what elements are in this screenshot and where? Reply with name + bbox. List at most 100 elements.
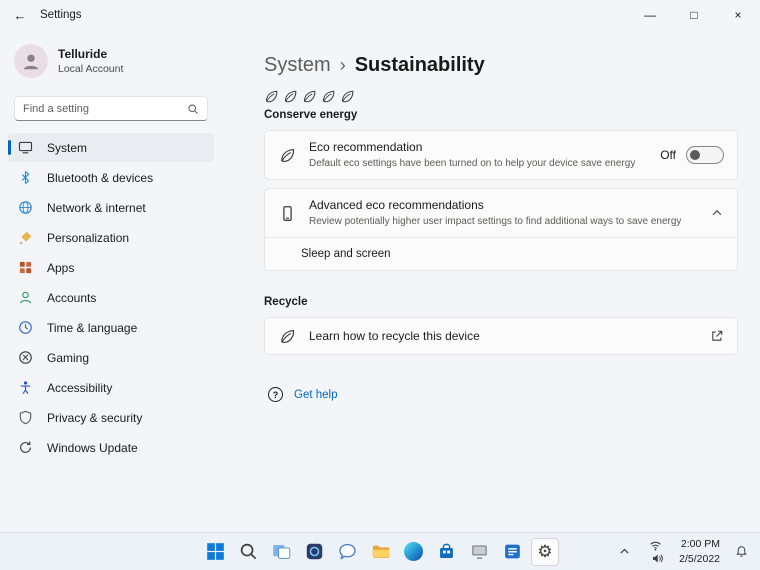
sidebar-item-label: Privacy & security	[47, 410, 143, 425]
volume-icon	[653, 553, 663, 563]
advanced-eco-header-row[interactable]: Advanced eco recommendations Review pote…	[265, 189, 737, 237]
wifi-icon	[649, 541, 661, 551]
photos-icon	[306, 543, 322, 560]
update-refresh-icon	[17, 439, 34, 456]
conserve-energy-heading: Conserve energy	[264, 109, 358, 121]
minimize-button[interactable]: —	[628, 0, 672, 30]
store-app-button[interactable]	[432, 538, 460, 566]
maximize-button[interactable]: □	[672, 0, 716, 30]
eco-recommendation-title: Eco recommendation	[309, 139, 423, 154]
start-button[interactable]	[201, 538, 229, 566]
eco-recommendation-card: Eco recommendation Default eco settings …	[264, 130, 738, 180]
clock[interactable]: 2:00 PM 2/5/2022	[675, 535, 724, 567]
sidebar-item-label: Time & language	[47, 320, 138, 335]
back-icon: ←	[13, 7, 27, 23]
sidebar-item-windows-update[interactable]: Windows Update	[8, 433, 214, 462]
tray-date: 2/5/2022	[679, 552, 720, 565]
sidebar-item-gaming[interactable]: Gaming	[8, 343, 214, 372]
globe-icon	[17, 199, 34, 216]
get-help-link[interactable]: Get help	[294, 389, 337, 401]
gear-icon: ⚙	[537, 542, 553, 561]
network-volume-button[interactable]	[642, 535, 668, 569]
breadcrumb-separator: ›	[339, 55, 346, 75]
file-explorer-button[interactable]	[366, 538, 394, 566]
tray-chevron-button[interactable]	[614, 541, 635, 562]
mail-lines-icon	[504, 544, 520, 559]
sidebar-item-network-internet[interactable]: Network & internet	[8, 193, 214, 222]
sidebar-item-label: Network & internet	[47, 200, 146, 215]
clock-icon	[17, 319, 34, 336]
sidebar-item-label: Bluetooth & devices	[47, 170, 154, 185]
folder-icon	[372, 545, 389, 559]
store-bag-icon	[439, 543, 453, 559]
sidebar-item-apps[interactable]: Apps	[8, 253, 214, 282]
mail-app-button[interactable]	[498, 538, 526, 566]
photos-app-button[interactable]	[300, 538, 328, 566]
shield-icon	[17, 409, 34, 426]
device-icon	[278, 204, 296, 222]
advanced-eco-card: Advanced eco recommendations Review pote…	[264, 188, 738, 271]
sidebar-item-label: Windows Update	[47, 440, 138, 455]
account-row[interactable]: Telluride Local Account	[0, 36, 222, 86]
taskbar-search-button[interactable]	[234, 538, 262, 566]
monitor-icon	[471, 545, 487, 559]
main-content: System › Sustainability Conserve energy …	[222, 30, 760, 532]
chat-app-button[interactable]	[333, 538, 361, 566]
search-input[interactable]	[23, 102, 187, 115]
account-name: Telluride	[58, 47, 108, 61]
taskbar: ⚙ 2:00 PM 2/5/2022	[0, 532, 760, 570]
accessibility-icon	[17, 379, 34, 396]
sidebar-item-accessibility[interactable]: Accessibility	[8, 373, 214, 402]
close-icon: ×	[734, 8, 742, 22]
task-view-icon	[272, 544, 290, 559]
notification-center-button[interactable]	[731, 541, 752, 562]
eco-recommendation-toggle[interactable]	[686, 146, 724, 164]
back-button[interactable]: ←	[0, 0, 40, 30]
system-tray: 2:00 PM 2/5/2022	[614, 533, 756, 570]
accounts-person-icon	[17, 289, 34, 306]
sidebar-item-accounts[interactable]: Accounts	[8, 283, 214, 312]
search-icon	[188, 103, 198, 114]
task-view-button[interactable]	[267, 538, 295, 566]
sidebar-item-system[interactable]: System	[8, 133, 214, 162]
sidebar-item-personalization[interactable]: Personalization	[8, 223, 214, 252]
edge-browser-button[interactable]	[399, 538, 427, 566]
toggle-knob	[690, 150, 700, 160]
sidebar-item-time-language[interactable]: Time & language	[8, 313, 214, 342]
sidebar-item-label: Accounts	[47, 290, 97, 305]
chevron-up-icon	[620, 548, 629, 554]
chat-bubble-icon	[338, 543, 356, 560]
sidebar-item-label: Apps	[47, 260, 75, 275]
recycle-leaf-icon	[278, 327, 296, 345]
bluetooth-icon	[17, 169, 34, 186]
search-box[interactable]	[14, 96, 208, 121]
advanced-eco-title: Advanced eco recommendations	[309, 197, 484, 212]
breadcrumb-system[interactable]: System	[264, 54, 331, 77]
breadcrumb: System › Sustainability	[264, 54, 738, 77]
settings-nav: System Bluetooth & devices Network & int…	[0, 133, 222, 462]
leaf-icon	[303, 90, 316, 103]
toggle-state-label: Off	[660, 148, 676, 162]
window-title: Settings	[40, 9, 82, 21]
settings-app-button[interactable]: ⚙	[531, 537, 559, 566]
leaf-icon	[284, 90, 297, 103]
notification-bell-icon	[736, 546, 747, 557]
maximize-icon: □	[690, 8, 698, 22]
monitor-app-button[interactable]	[465, 538, 493, 566]
sleep-and-screen-row[interactable]: Sleep and screen	[265, 237, 737, 270]
person-icon	[23, 54, 39, 70]
sidebar-item-label: Gaming	[47, 350, 90, 365]
close-button[interactable]: ×	[716, 0, 760, 30]
eco-recommendation-description: Default eco settings have been turned on…	[309, 157, 636, 169]
sleep-and-screen-label: Sleep and screen	[301, 248, 391, 260]
recycle-device-row[interactable]: Learn how to recycle this device	[265, 318, 737, 354]
titlebar: ← Settings — □ ×	[0, 0, 760, 30]
sidebar-item-label: System	[47, 140, 88, 155]
recycle-row-title: Learn how to recycle this device	[309, 329, 480, 343]
external-link-icon	[712, 330, 723, 341]
sidebar-item-privacy-security[interactable]: Privacy & security	[8, 403, 214, 432]
sidebar-item-bluetooth-devices[interactable]: Bluetooth & devices	[8, 163, 214, 192]
get-help-row: ? Get help	[264, 387, 738, 402]
tray-time: 2:00 PM	[680, 538, 720, 551]
avatar	[14, 44, 48, 78]
